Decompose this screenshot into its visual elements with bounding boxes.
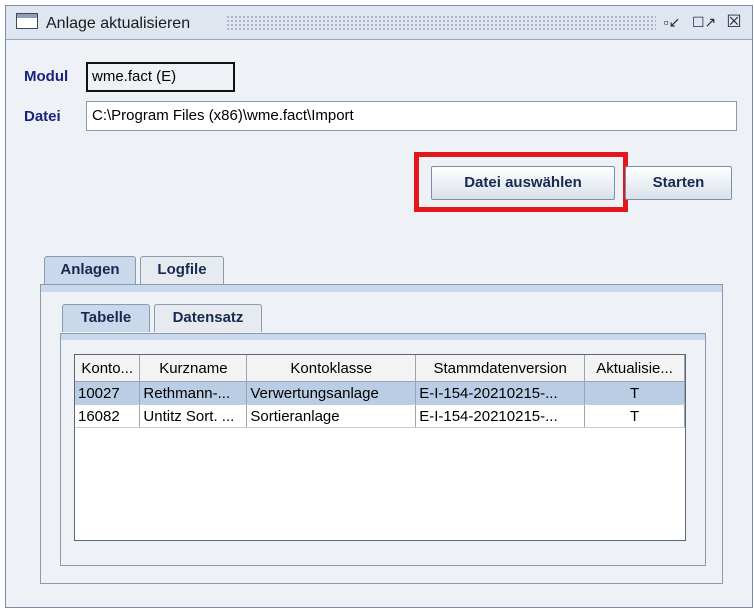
table-row[interactable]: 10027 Rethmann-... Verwertungsanlage E-I…	[75, 381, 685, 405]
table-header-row: Konto... Kurzname Kontoklasse Stammdaten…	[75, 355, 685, 382]
column-header[interactable]: Kurzname	[139, 355, 248, 382]
window-title: Anlage aktualisieren	[46, 15, 191, 32]
maximize-icon[interactable]: ☐↗	[692, 13, 716, 31]
title-bar-grip	[226, 15, 656, 31]
column-header[interactable]: Stammdatenversion	[415, 355, 586, 382]
table-cell: 10027	[75, 381, 141, 405]
table-cell: 16082	[75, 404, 141, 428]
table-cell: E-I-154-20210215-...	[415, 381, 586, 405]
table-cell: Untitz Sort. ...	[139, 404, 248, 428]
close-icon[interactable]: ☒	[724, 13, 744, 31]
table-cell: Rethmann-...	[139, 381, 248, 405]
table-cell: T	[584, 404, 685, 428]
tab-logfile[interactable]: Logfile	[140, 256, 224, 284]
tab-datensatz[interactable]: Datensatz	[154, 304, 262, 332]
window-icon	[16, 13, 38, 29]
table-cell: Sortieranlage	[246, 404, 417, 428]
accounts-table[interactable]: Konto... Kurzname Kontoklasse Stammdaten…	[74, 354, 686, 541]
datei-label: Datei	[24, 108, 61, 125]
datei-path-field[interactable]: C:\Program Files (x86)\wme.fact\Import	[86, 101, 737, 131]
select-file-button[interactable]: Datei auswählen	[431, 166, 615, 200]
column-header[interactable]: Kontoklasse	[246, 355, 417, 382]
title-bar[interactable]: Anlage aktualisieren ▫↙ ☐↗ ☒	[6, 6, 752, 40]
tab-anlagen[interactable]: Anlagen	[44, 256, 136, 284]
tab-tabelle[interactable]: Tabelle	[62, 304, 150, 332]
start-button[interactable]: Starten	[625, 166, 732, 200]
table-cell: T	[584, 381, 685, 405]
modul-field: wme.fact (E)	[86, 62, 235, 92]
column-header[interactable]: Konto...	[75, 355, 141, 382]
table-cell: E-I-154-20210215-...	[415, 404, 586, 428]
restore-icon[interactable]: ▫↙	[662, 13, 682, 31]
table-cell: Verwertungsanlage	[246, 381, 417, 405]
column-header[interactable]: Aktualisie...	[584, 355, 685, 382]
modul-label: Modul	[24, 68, 69, 85]
table-row[interactable]: 16082 Untitz Sort. ... Sortieranlage E-I…	[75, 404, 685, 428]
